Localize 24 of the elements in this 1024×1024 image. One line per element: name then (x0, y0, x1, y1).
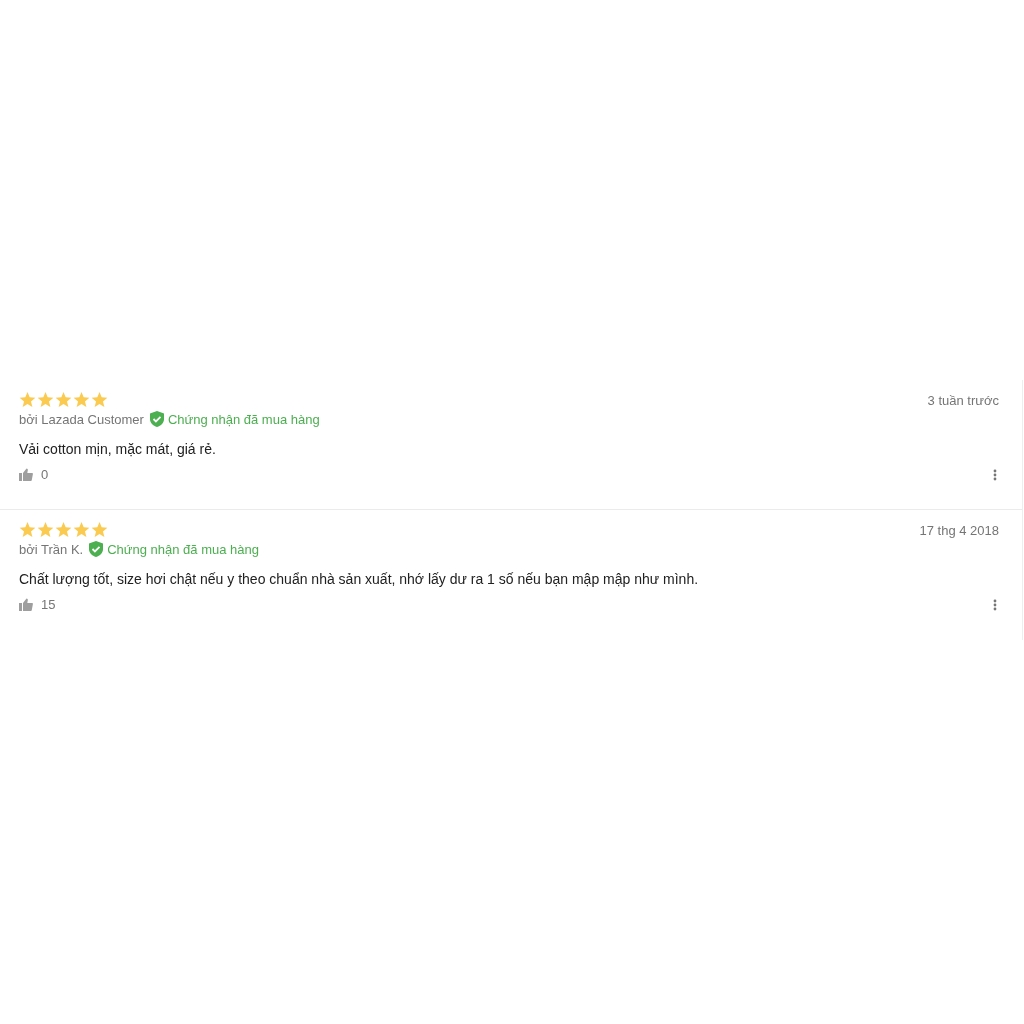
star-icon (55, 392, 72, 408)
star-icon (91, 522, 108, 538)
like-count: 15 (41, 597, 56, 612)
star-icon (19, 522, 36, 538)
review-text: Chất lượng tốt, size hơi chật nếu y theo chuẩn nhà sản xuất, nhớ lấy dư ra 1 số nếu bạn mập mập như mình. (19, 571, 700, 587)
star-icon (19, 392, 36, 408)
like-count: 0 (41, 467, 49, 482)
review-date: 17 thg 4 2018 (919, 522, 999, 538)
star-icon (37, 522, 54, 538)
star-icon (55, 522, 72, 538)
verified-purchase-label: Chứng nhận đã mua hàng (107, 541, 259, 557)
thumbs-up-icon[interactable] (19, 468, 33, 481)
star-icon (73, 522, 90, 538)
review-date: 3 tuần trước (927, 392, 999, 408)
author-name: bởi Trần K. (19, 541, 84, 557)
star-icon (91, 392, 108, 408)
author-name: bởi Lazada Customer (19, 411, 144, 427)
star-icon (73, 392, 90, 408)
more-options-icon[interactable] (991, 598, 999, 611)
review-text: Vải cotton mịn, mặc mát, giá rẻ. (19, 441, 217, 457)
verified-purchase-label: Chứng nhận đã mua hàng (167, 411, 320, 427)
more-options-icon[interactable] (991, 468, 999, 481)
thumbs-up-icon[interactable] (19, 598, 33, 611)
star-icon (37, 392, 54, 408)
